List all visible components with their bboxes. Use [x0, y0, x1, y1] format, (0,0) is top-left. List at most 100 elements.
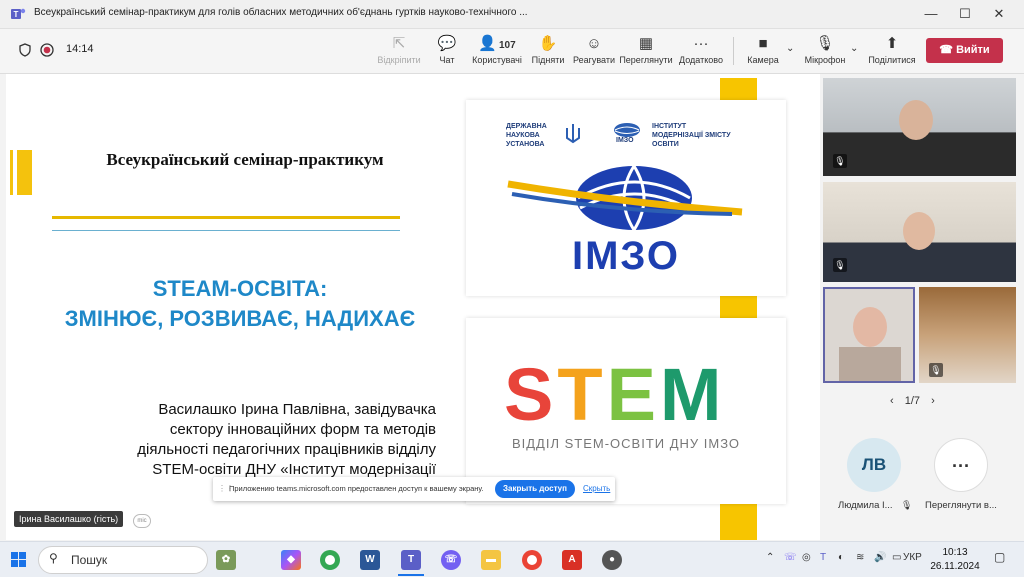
view-button[interactable]: ▦ Переглянути — [616, 33, 676, 65]
author-line: сектору інноваційних форм та методів — [169, 421, 436, 438]
microphone-label: Мікрофон — [804, 55, 846, 65]
screen-share-banner: ⋮⋮ Приложению teams.microsoft.com предос… — [213, 477, 615, 501]
speaker-mic-icon: mic — [133, 514, 151, 528]
logo-imzo-big: ІМЗО — [571, 234, 681, 278]
mic-options-chevron-icon[interactable]: ⌄ — [850, 43, 858, 54]
trident-icon — [566, 124, 580, 144]
hide-banner-link[interactable]: Скрыть — [583, 484, 610, 493]
stem-letter: M — [659, 353, 726, 436]
slide-divider-blue — [52, 230, 400, 231]
react-button[interactable]: ☺ Реагувати — [564, 33, 624, 65]
logo-imzo-small: ІМЗО — [616, 137, 634, 144]
slide-headline-1: STEAM-ОСВІТА: — [152, 276, 328, 301]
tray-viber-icon[interactable]: ☏ — [784, 552, 797, 563]
mic-off-icon: 🎙 — [833, 258, 847, 272]
wifi-icon[interactable]: ≋ — [856, 552, 864, 563]
obs-icon[interactable]: ● — [602, 550, 622, 570]
camera-options-chevron-icon[interactable]: ⌄ — [786, 43, 794, 54]
slide-divider-gold — [52, 216, 400, 219]
slide-author: Василашко Ірина Павлівна, завідувачка се… — [40, 400, 436, 480]
slide-accent-stripe — [13, 150, 17, 195]
camera-button[interactable]: ■ Камера — [733, 33, 793, 65]
notifications-icon[interactable]: ▢ — [994, 550, 1005, 564]
shield-icon[interactable] — [18, 43, 32, 57]
word-icon[interactable]: W — [360, 550, 380, 570]
search-icon: ⚲ — [49, 551, 58, 565]
stop-sharing-button[interactable]: Закрыть доступ — [495, 480, 575, 498]
clock-time: 10:13 — [942, 547, 968, 558]
teams-icon[interactable]: T — [401, 550, 421, 570]
volume-icon[interactable]: 🔊 — [874, 552, 886, 563]
minimize-button[interactable]: — — [914, 0, 948, 28]
chrome-profile-icon[interactable] — [522, 550, 542, 570]
imzo-logo-card: ДЕРЖАВНА НАУКОВА УСТАНОВА ІМЗО ІНСТИТУТ … — [466, 100, 786, 296]
view-label: Переглянути — [619, 55, 673, 65]
stem-letter: S — [504, 353, 558, 436]
chrome-icon[interactable] — [320, 550, 340, 570]
view-icon: ▦ — [638, 35, 654, 52]
windows-start-icon[interactable] — [11, 552, 26, 567]
logo-inst-line: МОДЕРНІЗАЦІЇ ЗМІСТУ — [652, 132, 731, 139]
video-tile[interactable]: 🎙 — [919, 287, 1016, 383]
microphone-button[interactable]: 🎙 Мікрофон — [795, 33, 855, 65]
copilot-icon[interactable]: ◆ — [281, 550, 301, 570]
logo-inst-line: ІНСТИТУТ — [652, 123, 687, 130]
logo-dns-text: ДЕРЖАВНА НАУКОВА УСТАНОВА — [506, 122, 547, 149]
participants-count: 107 — [499, 40, 516, 51]
logo-dns-line: НАУКОВА — [506, 132, 540, 139]
video-tile-active-speaker[interactable] — [823, 287, 915, 383]
speaker-name-label: Ірина Василашко (гість) — [14, 511, 124, 527]
view-all-button[interactable]: ··· — [934, 438, 988, 492]
teams-logo-icon: T — [11, 8, 26, 19]
react-label: Реагувати — [572, 55, 616, 65]
tray-app-icon[interactable]: ◐ — [838, 552, 844, 563]
participant-face — [903, 212, 935, 250]
page-indicator: 1/7 — [904, 395, 921, 407]
leave-button[interactable]: ☎ Вийти — [926, 38, 1003, 63]
camera-icon: ■ — [758, 35, 768, 52]
video-tile[interactable]: 🎙 — [823, 78, 1016, 176]
logo-institute-text: ІНСТИТУТ МОДЕРНІЗАЦІЇ ЗМІСТУ ОСВІТИ — [652, 122, 731, 149]
share-banner-text: Приложению teams.microsoft.com предостав… — [229, 484, 484, 493]
tray-chrome-icon[interactable]: ◎ — [802, 552, 811, 563]
mic-off-icon: 🎙 — [929, 363, 943, 377]
react-icon: ☺ — [586, 35, 602, 52]
share-button[interactable]: ⬆ Поділитися — [862, 33, 922, 65]
maximize-button[interactable]: ☐ — [948, 0, 982, 28]
raise-hand-label: Підняти — [531, 55, 565, 65]
windows-taskbar: ⚲ Пошук ✿ ◆ W T ☏ ▬ A ● ⌃ ☏ ◎ T ◐ ≋ 🔊 ▭ … — [0, 541, 1024, 577]
stem-letters: STEM — [504, 352, 726, 437]
close-window-button[interactable]: ✕ — [982, 0, 1016, 28]
taskbar-search[interactable]: ⚲ Пошук — [38, 546, 208, 574]
imzo-globe-logo — [507, 165, 743, 231]
tray-teams-icon[interactable]: T — [820, 552, 826, 563]
viber-icon[interactable]: ☏ — [441, 550, 461, 570]
participant-avatar[interactable]: ЛВ — [847, 438, 901, 492]
mic-off-icon: 🎙 — [901, 500, 913, 510]
logo-dns-line: ДЕРЖАВНА — [506, 123, 547, 130]
mic-off-icon: 🎙 — [833, 154, 847, 168]
mic-off-icon: 🎙 — [815, 35, 835, 52]
video-tile[interactable]: 🎙 — [823, 182, 1016, 282]
clock-date: 26.11.2024 — [930, 561, 980, 572]
gallery-pager: ‹ 1/7 › — [890, 395, 935, 407]
stem-subtitle: ВІДДІЛ STEM-ОСВІТИ ДНУ ІМЗО — [511, 436, 741, 451]
phone-hangup-icon: ☎ — [939, 44, 957, 56]
language-indicator[interactable]: УКР — [903, 552, 922, 563]
tray-chevron-up-icon[interactable]: ⌃ — [766, 552, 774, 563]
logo-inst-line: ОСВІТИ — [652, 141, 679, 148]
more-button[interactable]: ··· Додатково — [671, 33, 731, 65]
unpin-label: Відкріпити — [377, 55, 421, 65]
widgets-icon[interactable]: ✿ — [216, 550, 236, 570]
people-label: Користувачі — [472, 55, 522, 65]
prev-page-chevron-icon[interactable]: ‹ — [890, 395, 894, 407]
share-label: Поділитися — [868, 55, 916, 65]
camera-label: Камера — [747, 55, 779, 65]
svg-text:T: T — [14, 10, 19, 19]
meeting-timer: 14:14 — [66, 43, 94, 55]
pdf-reader-icon[interactable]: A — [562, 550, 582, 570]
next-page-chevron-icon[interactable]: › — [931, 395, 935, 407]
taskbar-clock[interactable]: 10:13 26.11.2024 — [930, 546, 980, 574]
file-explorer-icon[interactable]: ▬ — [481, 550, 501, 570]
battery-icon[interactable]: ▭ — [892, 552, 901, 563]
